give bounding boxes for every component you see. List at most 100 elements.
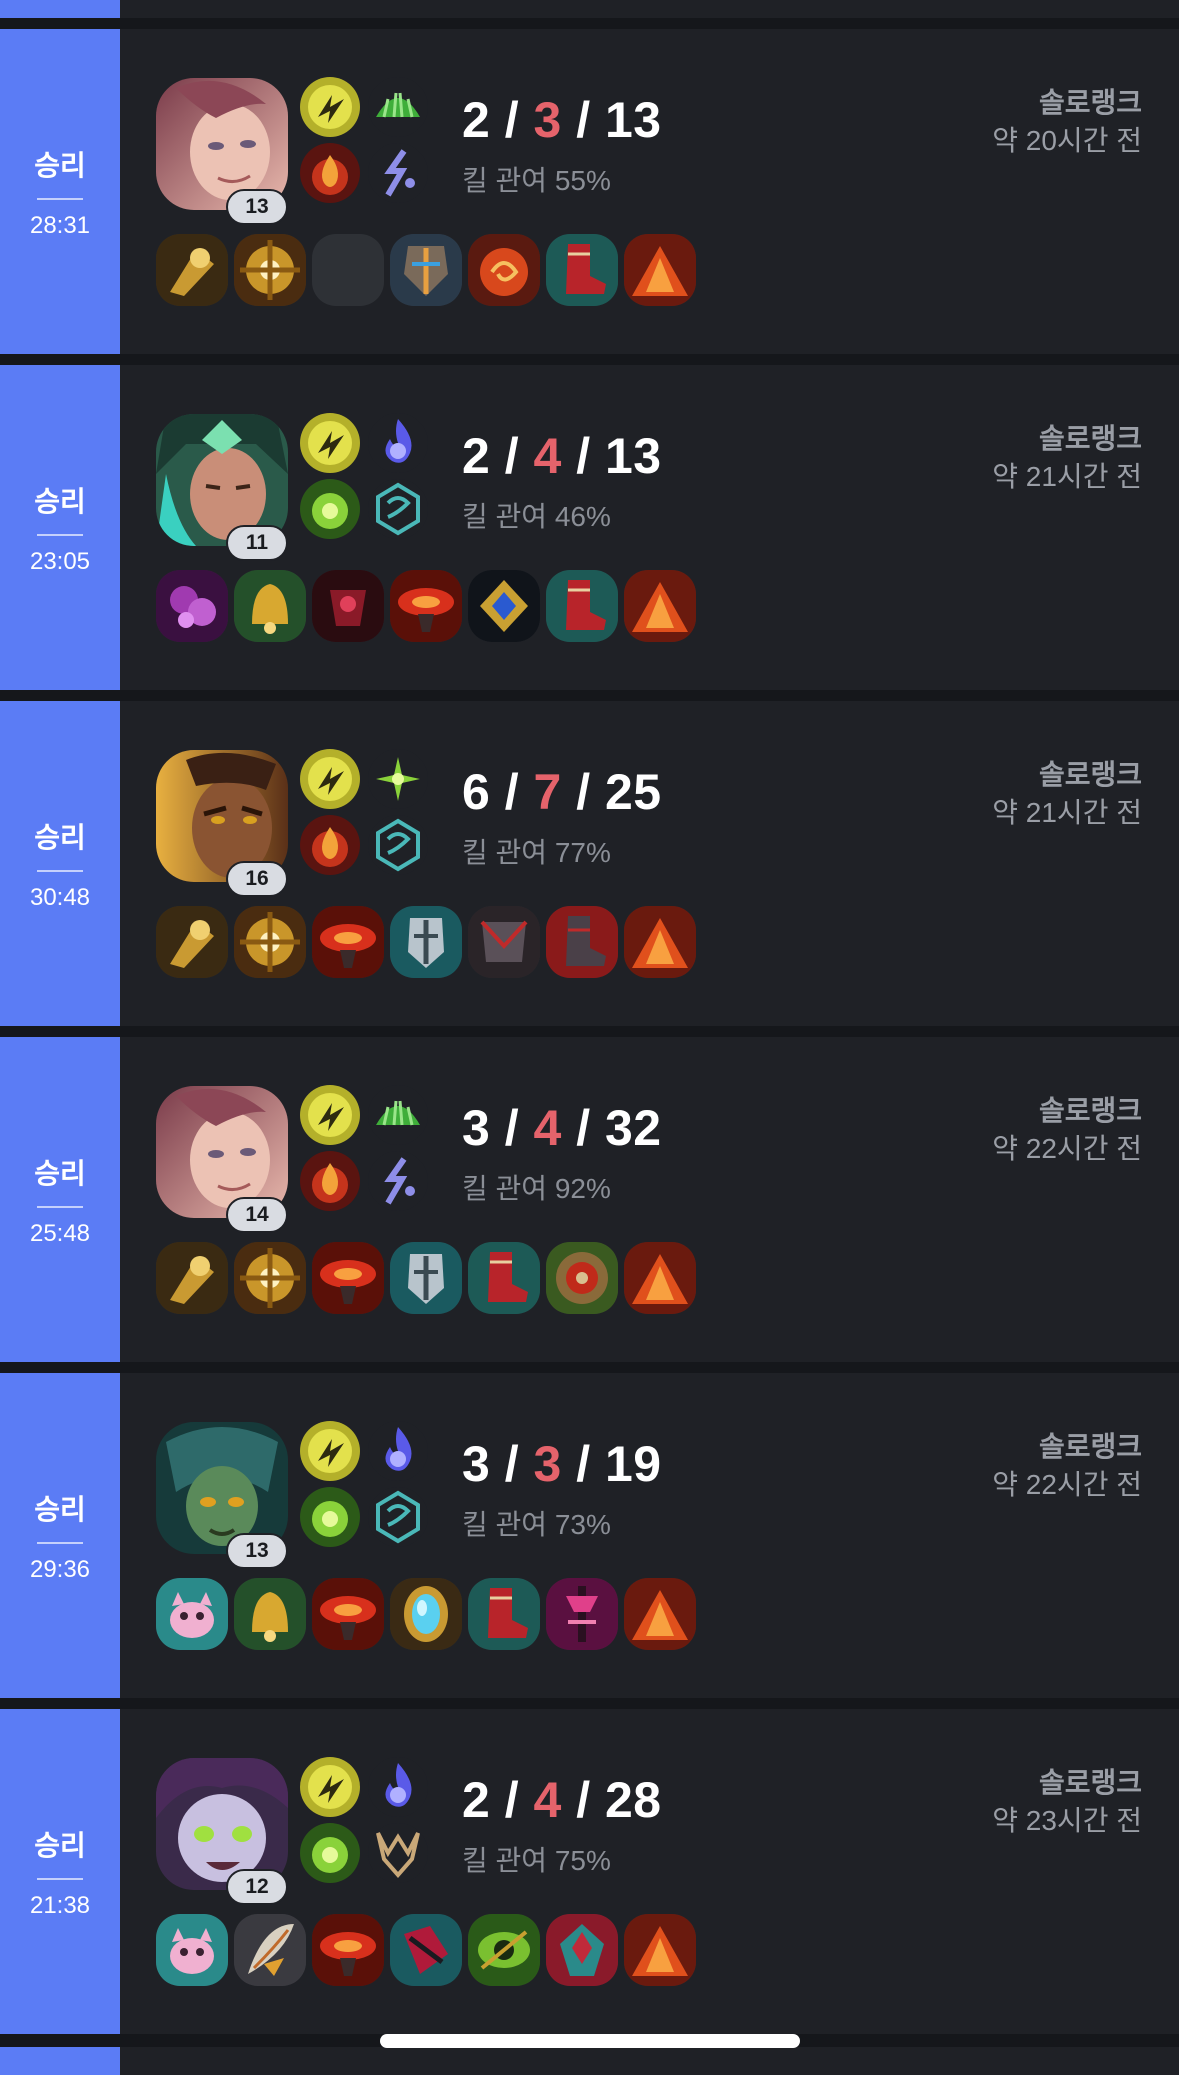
kills: 3 bbox=[462, 1100, 491, 1156]
red-helmet-item-icon bbox=[312, 1578, 384, 1650]
queue-type: 솔로랭크 bbox=[1038, 423, 1142, 454]
result-divider bbox=[37, 197, 83, 200]
time-ago: 약 22시간 전 bbox=[992, 1133, 1142, 1164]
flash-spell-icon bbox=[300, 1085, 360, 1145]
result-divider bbox=[37, 1877, 83, 1880]
match-card[interactable]: 승리 23:05 11 2 / 4 / 13 킬 관여 46% 솔로랭크 약 2… bbox=[0, 365, 1179, 690]
home-indicator[interactable] bbox=[380, 2034, 800, 2048]
red-teal-item-icon bbox=[546, 1914, 618, 1986]
champion-level-badge: 11 bbox=[226, 525, 288, 561]
green-spell-icon bbox=[300, 479, 360, 539]
flash-spell-icon bbox=[300, 77, 360, 137]
teal-rune-icon bbox=[368, 815, 428, 875]
result-label: 승리 bbox=[34, 1493, 86, 1525]
pink-staff-item-icon bbox=[546, 1578, 618, 1650]
queue-type: 솔로랭크 bbox=[1038, 1095, 1142, 1126]
kills: 2 bbox=[462, 92, 491, 148]
red-helmet-item-icon bbox=[390, 570, 462, 642]
assists: 28 bbox=[605, 1772, 662, 1828]
blue-flame-rune-icon bbox=[368, 1757, 428, 1817]
kill-participation: 킬 관여 77% bbox=[462, 837, 611, 868]
green-star-rune-icon bbox=[368, 749, 428, 809]
assists: 13 bbox=[605, 92, 662, 148]
gold-gear-item-icon bbox=[234, 906, 306, 978]
time-ago: 약 21시간 전 bbox=[992, 797, 1142, 828]
queue-type: 솔로랭크 bbox=[1038, 1767, 1142, 1798]
deaths: 7 bbox=[533, 764, 562, 820]
champion-level-badge: 12 bbox=[226, 1869, 288, 1905]
kills: 2 bbox=[462, 428, 491, 484]
purple-rune-icon bbox=[368, 1151, 428, 1211]
ignite-spell-icon bbox=[300, 143, 360, 203]
gold-bell-item-icon bbox=[234, 1578, 306, 1650]
result-label: 승리 bbox=[34, 1157, 86, 1189]
champion-level-badge: 16 bbox=[226, 861, 288, 897]
silver-armor-item-icon bbox=[390, 1242, 462, 1314]
champion-level-badge: 13 bbox=[226, 1533, 288, 1569]
result-bar bbox=[0, 2047, 120, 2075]
time-ago: 약 22시간 전 bbox=[992, 1469, 1142, 1500]
assists: 13 bbox=[605, 428, 662, 484]
match-card[interactable]: 승리 30:48 16 6 / 7 / 25 킬 관여 77% 솔로랭크 약 2… bbox=[0, 701, 1179, 1026]
time-ago: 약 21시간 전 bbox=[992, 461, 1142, 492]
ignite-spell-icon bbox=[300, 1151, 360, 1211]
red-trinket-item-icon bbox=[624, 570, 696, 642]
red-orb-item-icon bbox=[468, 234, 540, 306]
result-bar: 승리 29:36 bbox=[0, 1373, 120, 1698]
flash-spell-icon bbox=[300, 749, 360, 809]
result-divider bbox=[37, 1205, 83, 1208]
red-boots-item-icon bbox=[546, 234, 618, 306]
kda-score: 2 / 4 / 13 bbox=[462, 428, 662, 484]
queue-type: 솔로랭크 bbox=[1038, 1431, 1142, 1462]
ignite-spell-icon bbox=[300, 815, 360, 875]
bronze-rune-icon bbox=[368, 1823, 428, 1883]
result-label: 승리 bbox=[34, 149, 86, 181]
flash-spell-icon bbox=[300, 1757, 360, 1817]
green-rune-icon bbox=[368, 77, 428, 137]
match-card[interactable]: 승리 21:38 12 2 / 4 / 28 킬 관여 75% 솔로랭크 약 2… bbox=[0, 1709, 1179, 2034]
kda-score: 2 / 3 / 13 bbox=[462, 92, 662, 148]
green-rune-icon bbox=[368, 1085, 428, 1145]
assists: 19 bbox=[605, 1436, 662, 1492]
kills: 3 bbox=[462, 1436, 491, 1492]
deaths: 4 bbox=[533, 1772, 562, 1828]
silver-armor-item-icon bbox=[390, 906, 462, 978]
flash-spell-icon bbox=[300, 413, 360, 473]
next-match-card-partial[interactable] bbox=[0, 2047, 1179, 2075]
match-history-list: 승리 28:31 13 2 / 3 / 13 킬 관여 55% 솔로랭크 약 2… bbox=[0, 29, 1179, 2045]
kills: 6 bbox=[462, 764, 491, 820]
assists: 32 bbox=[605, 1100, 662, 1156]
red-helmet-item-icon bbox=[312, 1914, 384, 1986]
red-boots-item-icon bbox=[468, 1242, 540, 1314]
match-card[interactable]: 승리 28:31 13 2 / 3 / 13 킬 관여 55% 솔로랭크 약 2… bbox=[0, 29, 1179, 354]
red-trinket-item-icon bbox=[624, 234, 696, 306]
red-boots-item-icon bbox=[468, 1578, 540, 1650]
champion-level-badge: 13 bbox=[226, 189, 288, 225]
match-card[interactable]: 승리 29:36 13 3 / 3 / 19 킬 관여 73% 솔로랭크 약 2… bbox=[0, 1373, 1179, 1698]
deaths: 3 bbox=[533, 1436, 562, 1492]
green-spell-icon bbox=[300, 1487, 360, 1547]
result-label: 승리 bbox=[34, 1829, 86, 1861]
red-trinket-item-icon bbox=[624, 906, 696, 978]
result-bar: 승리 25:48 bbox=[0, 1037, 120, 1362]
blue-flame-rune-icon bbox=[368, 1421, 428, 1481]
red-helmet-item-icon bbox=[312, 1242, 384, 1314]
empty-item-slot bbox=[312, 234, 384, 306]
gold-axe-item-icon bbox=[156, 234, 228, 306]
green-shield-item-icon bbox=[546, 1242, 618, 1314]
gold-axe-item-icon bbox=[156, 1242, 228, 1314]
match-card[interactable]: 승리 25:48 14 3 / 4 / 32 킬 관여 92% 솔로랭크 약 2… bbox=[0, 1037, 1179, 1362]
purple-rune-icon bbox=[368, 143, 428, 203]
flash-spell-icon bbox=[300, 1421, 360, 1481]
kill-participation: 킬 관여 73% bbox=[462, 1509, 611, 1540]
red-trinket-item-icon bbox=[624, 1914, 696, 1986]
feather-item-icon bbox=[234, 1914, 306, 1986]
result-divider bbox=[37, 533, 83, 536]
kda-score: 3 / 3 / 19 bbox=[462, 1436, 662, 1492]
kill-participation: 킬 관여 92% bbox=[462, 1173, 611, 1204]
kda-score: 2 / 4 / 28 bbox=[462, 1772, 662, 1828]
green-spell-icon bbox=[300, 1823, 360, 1883]
queue-type: 솔로랭크 bbox=[1038, 87, 1142, 118]
previous-match-card-partial[interactable] bbox=[0, 0, 1179, 18]
champion-level-badge: 14 bbox=[226, 1197, 288, 1233]
